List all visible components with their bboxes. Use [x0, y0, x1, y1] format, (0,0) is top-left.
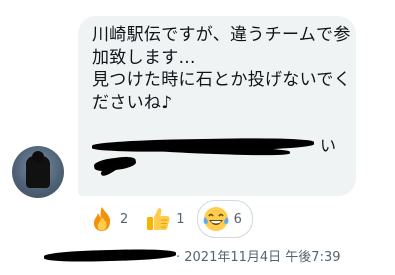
reaction-thumbs-up[interactable]: 1 [140, 201, 188, 237]
message-timestamp: · 2021年11月4日 午後7:39 [176, 250, 341, 265]
dm-conversation: 川崎駅伝ですが、違うチームで参加致します… 見つけた時に石とか投げないでください… [0, 0, 395, 275]
reaction-thumbs-up-count: 1 [176, 211, 185, 227]
laughing-tears-icon [203, 207, 229, 231]
reaction-fire-count: 2 [120, 211, 129, 227]
reaction-bar: 2 1 6 [84, 200, 261, 238]
sender-avatar[interactable] [12, 146, 64, 198]
reaction-laughing-count: 6 [233, 211, 242, 227]
avatar-figure [26, 151, 50, 188]
reaction-fire[interactable]: 2 [84, 201, 132, 237]
message-text: 川崎駅伝ですが、違うチームで参加致します… 見つけた時に石とか投げないでください… [92, 25, 351, 113]
reaction-laughing[interactable]: 6 [196, 200, 253, 238]
message-trailing-glyph: い [320, 136, 337, 155]
fire-icon [93, 207, 111, 231]
thumbs-up-icon [147, 208, 170, 230]
redacted-sender-name [43, 248, 177, 263]
